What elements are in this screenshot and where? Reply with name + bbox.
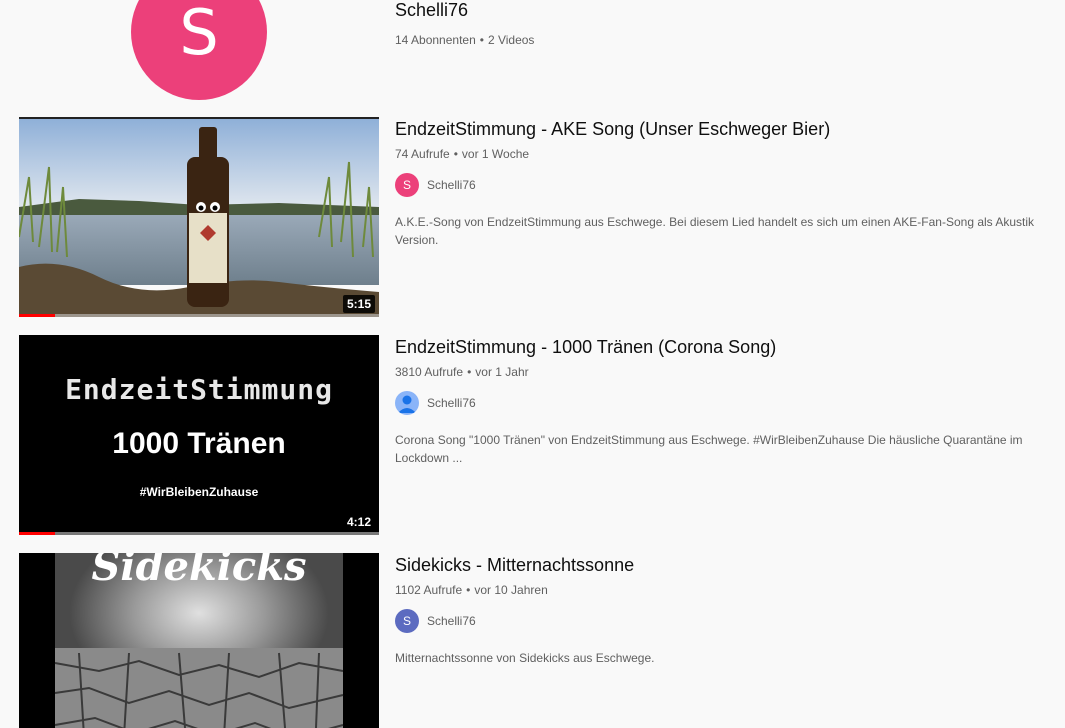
video-description: Mitternachtssonne von Sidekicks aus Esch… [395,651,655,665]
channel-result[interactable]: S Schelli76 14 Abonnenten • 2 Videos [0,0,1065,110]
owner-avatar[interactable] [395,391,419,415]
video-meta: 1102 Aufrufe • vor 10 Jahren [395,583,1065,597]
owner-avatar[interactable]: S [395,609,419,633]
owner-avatar-letter: S [402,614,411,628]
video-result-1[interactable]: 5:15 EndzeitStimmung - AKE Song (Unser E… [19,117,1065,317]
default-user-icon [398,395,416,413]
upload-age: vor 1 Woche [461,147,530,161]
view-count: 1102 Aufrufe [395,583,463,597]
owner-name[interactable]: Schelli76 [427,614,476,628]
video-owner[interactable]: S Schelli76 [395,609,1065,633]
video-meta: 3810 Aufrufe • vor 1 Jahr [395,365,1065,379]
separator-dot: • [467,365,472,379]
view-count: 74 Aufrufe [395,147,450,161]
watch-progress-bar [19,532,379,535]
video-info: EndzeitStimmung - 1000 Tränen (Corona So… [395,335,1065,467]
video-owner[interactable]: Schelli76 [395,391,1065,415]
thumbnail-image-lake-bottle [19,117,379,317]
video-thumbnail[interactable]: EndzeitStimmung 1000 Tränen #WirBleibenZ… [19,335,379,535]
thumbnail-title-text: EndzeitStimmung [65,373,333,406]
owner-avatar[interactable]: S [395,173,419,197]
video-info: EndzeitStimmung - AKE Song (Unser Eschwe… [395,117,1065,249]
separator-dot: • [453,147,458,161]
video-duration: 4:12 [342,513,375,531]
video-count: 2 Videos [487,33,535,47]
watch-progress-fill [19,532,55,535]
channel-avatar-letter: S [179,0,219,69]
video-description: A.K.E.-Song von EndzeitStimmung aus Esch… [395,215,1035,247]
video-result-2[interactable]: EndzeitStimmung 1000 Tränen #WirBleibenZ… [19,335,1065,535]
channel-stats: 14 Abonnenten • 2 Videos [395,33,534,47]
video-title[interactable]: EndzeitStimmung - AKE Song (Unser Eschwe… [395,117,1065,141]
video-description: Corona Song "1000 Tränen" von EndzeitSti… [395,433,1023,465]
video-duration: 5:15 [342,295,375,313]
video-result-3[interactable]: Sidekicks Sidekicks - Mitternachtssonne … [19,553,1065,728]
video-owner[interactable]: S Schelli76 [395,173,1065,197]
thumbnail-title-text: Sidekicks [91,553,307,590]
watch-progress-fill [19,314,55,317]
view-count: 3810 Aufrufe [395,365,464,379]
video-thumbnail[interactable]: Sidekicks [19,553,379,728]
search-results-page: S Schelli76 14 Abonnenten • 2 Videos 5:1… [0,0,1065,728]
thumbnail-hashtag-text: #WirBleibenZuhause [139,485,259,499]
video-thumbnail[interactable]: 5:15 [19,117,379,317]
thumbnail-subtitle-text: 1000 Tränen [112,427,286,460]
channel-avatar[interactable]: S [131,0,267,100]
owner-name[interactable]: Schelli76 [427,396,476,410]
channel-name[interactable]: Schelli76 [395,0,468,21]
subscriber-count: 14 Abonnenten [395,33,476,47]
owner-name[interactable]: Schelli76 [427,178,476,192]
upload-age: vor 1 Jahr [475,365,529,379]
video-title[interactable]: Sidekicks - Mitternachtssonne [395,553,1065,577]
upload-age: vor 10 Jahren [474,583,548,597]
owner-avatar-letter: S [402,178,411,192]
separator-dot: • [466,583,471,597]
video-title[interactable]: EndzeitStimmung - 1000 Tränen (Corona So… [395,335,1065,359]
separator-dot: • [479,33,484,47]
watch-progress-bar [19,314,379,317]
video-meta: 74 Aufrufe • vor 1 Woche [395,147,1065,161]
video-info: Sidekicks - Mitternachtssonne 1102 Aufru… [395,553,1065,667]
